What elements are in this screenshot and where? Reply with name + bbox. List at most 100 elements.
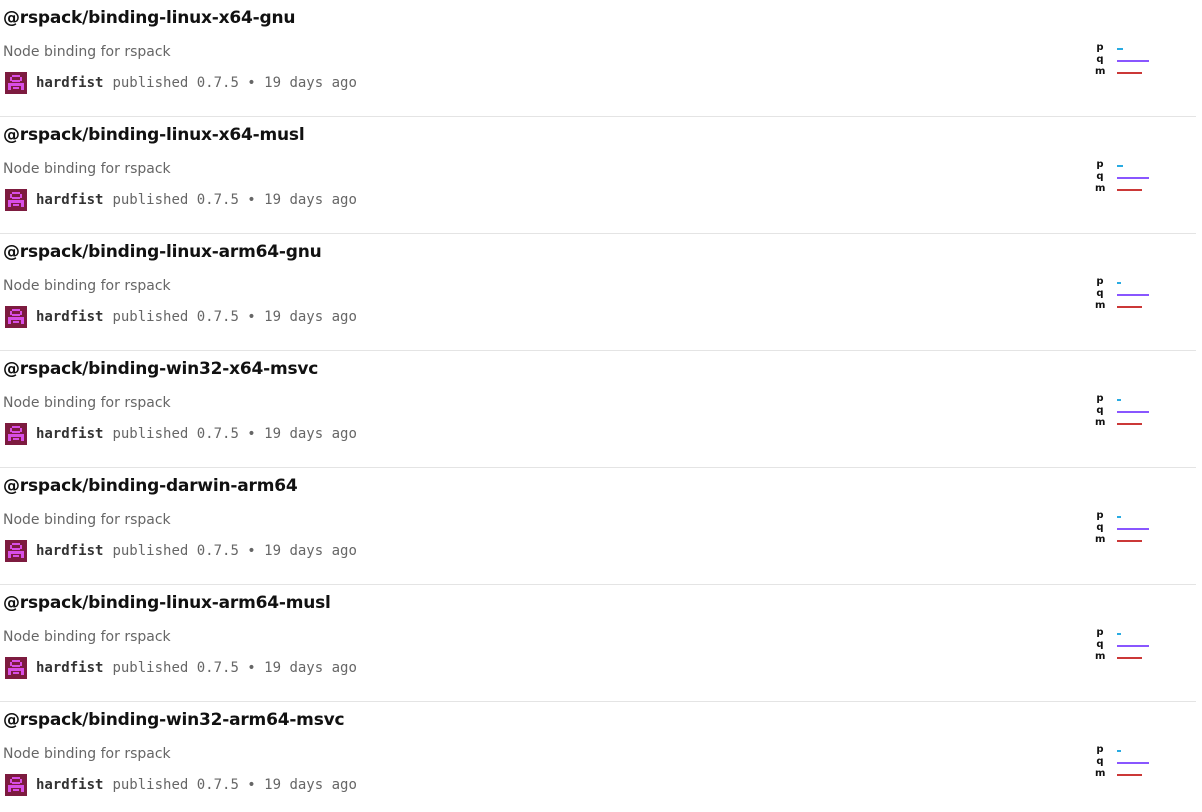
published-info: published 0.7.5 • 19 days ago xyxy=(112,75,357,91)
package-result: @rspack/binding-linux-arm64-musl Node bi… xyxy=(0,585,1196,702)
quality-bar xyxy=(1117,645,1149,647)
published-info: published 0.7.5 • 19 days ago xyxy=(112,192,357,208)
package-result: @rspack/binding-linux-arm64-gnu Node bin… xyxy=(0,234,1196,351)
score-bars: p q m xyxy=(1095,510,1155,548)
package-name-link[interactable]: @rspack/binding-win32-arm64-msvc xyxy=(3,710,345,730)
score-row-maintenance: m xyxy=(1095,768,1155,780)
quality-bar xyxy=(1117,60,1149,62)
package-name-link[interactable]: @rspack/binding-linux-arm64-musl xyxy=(3,593,331,613)
package-meta: hardfist published 0.7.5 • 19 days ago xyxy=(5,306,357,328)
popularity-bar xyxy=(1117,282,1121,284)
score-row-maintenance: m xyxy=(1095,417,1155,429)
publisher-link[interactable]: hardfist xyxy=(36,309,103,325)
publisher-link[interactable]: hardfist xyxy=(36,192,103,208)
package-description: Node binding for rspack xyxy=(3,278,171,294)
identicon-avatar[interactable] xyxy=(5,189,27,211)
identicon-avatar[interactable] xyxy=(5,72,27,94)
maintenance-bar xyxy=(1117,189,1142,191)
search-results-list: @rspack/binding-linux-x64-gnu Node bindi… xyxy=(0,0,1196,812)
score-label: m xyxy=(1095,183,1106,194)
score-label: q xyxy=(1096,522,1104,533)
package-description: Node binding for rspack xyxy=(3,44,171,60)
score-row-maintenance: m xyxy=(1095,66,1155,78)
package-name-link[interactable]: @rspack/binding-linux-arm64-gnu xyxy=(3,242,322,262)
score-label: m xyxy=(1095,66,1106,77)
publisher-link[interactable]: hardfist xyxy=(36,660,103,676)
score-bars: p q m xyxy=(1095,744,1155,782)
package-name-link[interactable]: @rspack/binding-linux-x64-musl xyxy=(3,125,305,145)
score-label: m xyxy=(1095,768,1106,779)
package-name-link[interactable]: @rspack/binding-linux-x64-gnu xyxy=(3,8,295,28)
published-info: published 0.7.5 • 19 days ago xyxy=(112,777,357,793)
popularity-bar xyxy=(1117,516,1121,518)
maintenance-bar xyxy=(1117,657,1142,659)
popularity-bar xyxy=(1117,165,1123,167)
score-row-quality: q xyxy=(1095,54,1155,66)
score-row-maintenance: m xyxy=(1095,651,1155,663)
score-label: q xyxy=(1096,405,1104,416)
identicon-avatar[interactable] xyxy=(5,306,27,328)
score-row-popularity: p xyxy=(1095,42,1155,54)
score-row-quality: q xyxy=(1095,405,1155,417)
publisher-link[interactable]: hardfist xyxy=(36,426,103,442)
score-row-maintenance: m xyxy=(1095,300,1155,312)
maintenance-bar xyxy=(1117,540,1142,542)
published-info: published 0.7.5 • 19 days ago xyxy=(112,660,357,676)
package-meta: hardfist published 0.7.5 • 19 days ago xyxy=(5,540,357,562)
published-info: published 0.7.5 • 19 days ago xyxy=(112,309,357,325)
package-result: @rspack/binding-linux-x64-musl Node bind… xyxy=(0,117,1196,234)
score-row-quality: q xyxy=(1095,171,1155,183)
package-name-link[interactable]: @rspack/binding-darwin-arm64 xyxy=(3,476,298,496)
identicon-avatar[interactable] xyxy=(5,423,27,445)
maintenance-bar xyxy=(1117,423,1142,425)
publisher-link[interactable]: hardfist xyxy=(36,75,103,91)
identicon-avatar[interactable] xyxy=(5,540,27,562)
package-description: Node binding for rspack xyxy=(3,161,171,177)
score-label: p xyxy=(1096,159,1104,170)
publisher-link[interactable]: hardfist xyxy=(36,543,103,559)
score-label: m xyxy=(1095,651,1106,662)
package-meta: hardfist published 0.7.5 • 19 days ago xyxy=(5,189,357,211)
score-row-popularity: p xyxy=(1095,393,1155,405)
score-label: p xyxy=(1096,510,1104,521)
score-label: p xyxy=(1096,627,1104,638)
score-row-quality: q xyxy=(1095,288,1155,300)
maintenance-bar xyxy=(1117,774,1142,776)
package-name-link[interactable]: @rspack/binding-win32-x64-msvc xyxy=(3,359,318,379)
score-label: q xyxy=(1096,756,1104,767)
package-meta: hardfist published 0.7.5 • 19 days ago xyxy=(5,657,357,679)
quality-bar xyxy=(1117,528,1149,530)
score-label: p xyxy=(1096,276,1104,287)
package-meta: hardfist published 0.7.5 • 19 days ago xyxy=(5,423,357,445)
score-label: m xyxy=(1095,300,1106,311)
score-row-quality: q xyxy=(1095,522,1155,534)
package-result: @rspack/binding-win32-x64-msvc Node bind… xyxy=(0,351,1196,468)
popularity-bar xyxy=(1117,399,1121,401)
package-result: @rspack/binding-linux-x64-gnu Node bindi… xyxy=(0,0,1196,117)
published-info: published 0.7.5 • 19 days ago xyxy=(112,426,357,442)
score-row-popularity: p xyxy=(1095,510,1155,522)
score-label: q xyxy=(1096,288,1104,299)
score-label: p xyxy=(1096,42,1104,53)
package-description: Node binding for rspack xyxy=(3,512,171,528)
popularity-bar xyxy=(1117,48,1123,50)
score-row-maintenance: m xyxy=(1095,183,1155,195)
score-label: q xyxy=(1096,54,1104,65)
quality-bar xyxy=(1117,411,1149,413)
identicon-avatar[interactable] xyxy=(5,774,27,796)
score-label: q xyxy=(1096,171,1104,182)
identicon-avatar[interactable] xyxy=(5,657,27,679)
score-bars: p q m xyxy=(1095,42,1155,80)
publisher-link[interactable]: hardfist xyxy=(36,777,103,793)
quality-bar xyxy=(1117,177,1149,179)
score-label: m xyxy=(1095,417,1106,428)
package-description: Node binding for rspack xyxy=(3,395,171,411)
score-label: p xyxy=(1096,393,1104,404)
package-description: Node binding for rspack xyxy=(3,629,171,645)
quality-bar xyxy=(1117,762,1149,764)
score-label: q xyxy=(1096,639,1104,650)
package-result: @rspack/binding-win32-arm64-msvc Node bi… xyxy=(0,702,1196,812)
score-row-quality: q xyxy=(1095,756,1155,768)
score-bars: p q m xyxy=(1095,276,1155,314)
package-result: @rspack/binding-darwin-arm64 Node bindin… xyxy=(0,468,1196,585)
